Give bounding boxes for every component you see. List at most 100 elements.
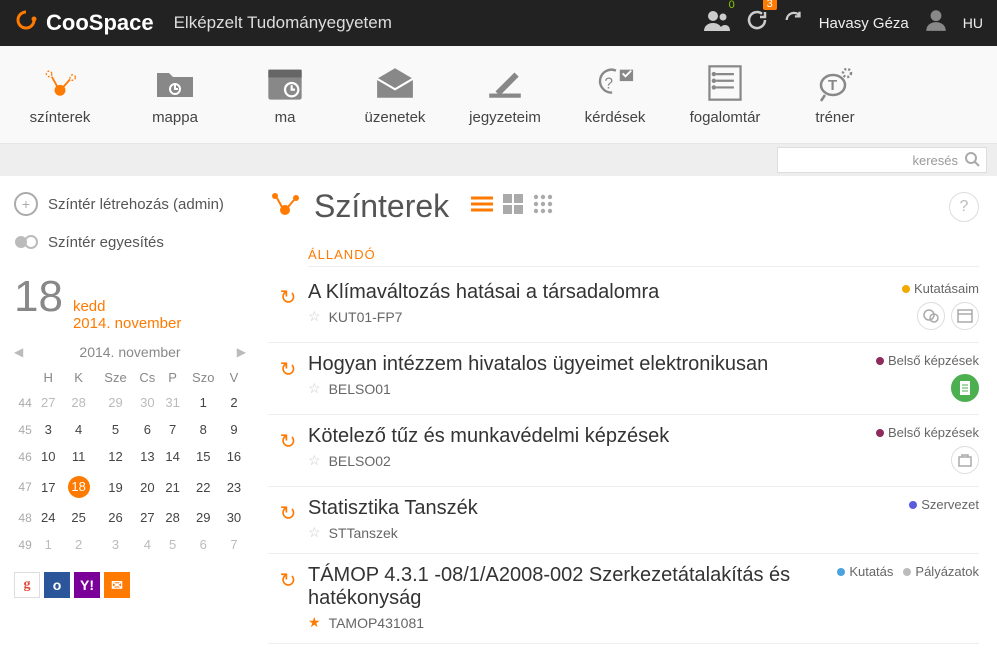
calendar-day[interactable]: 21: [161, 470, 185, 504]
nav-label: jegyzeteim: [469, 109, 541, 126]
nav-szinterek[interactable]: színterek: [0, 46, 120, 143]
nav-ma[interactable]: ma: [230, 46, 340, 143]
calendar-day[interactable]: 16: [222, 443, 246, 470]
avatar-icon[interactable]: [923, 7, 949, 39]
calendar-day[interactable]: 2: [60, 531, 97, 558]
list-item[interactable]: ↻ TÁMOP 4.3.1 -08/1/A2008-002 Szerkezetá…: [268, 554, 979, 644]
calendar-day[interactable]: 1: [185, 389, 222, 416]
username[interactable]: Havasy Géza: [819, 15, 909, 32]
nav-uzenetek[interactable]: üzenetek: [340, 46, 450, 143]
calendar-day[interactable]: 26: [97, 504, 134, 531]
chat-chip-icon[interactable]: [917, 302, 945, 330]
calendar-day[interactable]: 3: [36, 416, 60, 443]
calendar-day[interactable]: 31: [161, 389, 185, 416]
nav-mappa[interactable]: mappa: [120, 46, 230, 143]
calendar-day[interactable]: 25: [60, 504, 97, 531]
calendar-day[interactable]: 15: [185, 443, 222, 470]
nav-fogalomtar[interactable]: fogalomtár: [670, 46, 780, 143]
doc-chip-icon[interactable]: [951, 374, 979, 402]
star-icon[interactable]: ☆: [308, 452, 321, 469]
calendar-grid: HKSzeCsPSzoV 442728293031124534567894610…: [14, 366, 246, 558]
nav-trener[interactable]: T tréner: [780, 46, 890, 143]
calendar-day[interactable]: 20: [134, 470, 160, 504]
refresh-badge: 3: [763, 0, 777, 10]
calendar-day[interactable]: 27: [36, 389, 60, 416]
calendar-day[interactable]: 17: [36, 470, 60, 504]
google-icon[interactable]: g: [14, 572, 40, 598]
item-code: KUT01-FP7: [329, 309, 403, 325]
people-icon[interactable]: 0: [703, 9, 731, 37]
nav-kerdesek[interactable]: ? kérdések: [560, 46, 670, 143]
search-input[interactable]: keresés: [777, 147, 987, 173]
search-placeholder: keresés: [912, 153, 958, 168]
star-icon[interactable]: ★: [308, 614, 321, 631]
mail-icon[interactable]: ✉: [104, 572, 130, 598]
cal-prev[interactable]: ◀: [14, 345, 23, 359]
calendar-day[interactable]: 14: [161, 443, 185, 470]
calendar-day[interactable]: 30: [134, 389, 160, 416]
calendar-day[interactable]: 6: [134, 416, 160, 443]
star-icon[interactable]: ☆: [308, 308, 321, 325]
list-item[interactable]: ↻ Hogyan intézzem hivatalos ügyeimet ele…: [268, 343, 979, 415]
help-icon[interactable]: ?: [949, 192, 979, 222]
calendar-day[interactable]: 10: [36, 443, 60, 470]
sidebar-create[interactable]: + Színtér létrehozás (admin): [14, 192, 246, 216]
calendar-day[interactable]: 30: [222, 504, 246, 531]
calendar-day[interactable]: 7: [161, 416, 185, 443]
calendar-day[interactable]: 24: [36, 504, 60, 531]
calendar-day[interactable]: 22: [185, 470, 222, 504]
calendar-day[interactable]: 5: [161, 531, 185, 558]
list-item[interactable]: ↻ Kötelező tűz és munkavédelmi képzések …: [268, 415, 979, 487]
calendar-day[interactable]: 9: [222, 416, 246, 443]
calendar-day[interactable]: 27: [134, 504, 160, 531]
outlook-icon[interactable]: o: [44, 572, 70, 598]
calendar-day[interactable]: 5: [97, 416, 134, 443]
item-code: TAMOP431081: [329, 615, 424, 631]
card-chip-icon[interactable]: [951, 302, 979, 330]
star-icon[interactable]: ☆: [308, 380, 321, 397]
week-number: 47: [14, 470, 36, 504]
logo[interactable]: CooSpace: [14, 8, 154, 38]
calendar-day[interactable]: 11: [60, 443, 97, 470]
calendar-day[interactable]: 29: [185, 504, 222, 531]
refresh-icon: ↻: [280, 429, 297, 474]
scenes-icon: [268, 188, 302, 225]
calendar-day[interactable]: 8: [185, 416, 222, 443]
calendar-day[interactable]: 4: [60, 416, 97, 443]
item-title: TÁMOP 4.3.1 -08/1/A2008-002 Szerkezetáta…: [308, 564, 799, 610]
view-list-icon[interactable]: [471, 195, 493, 218]
week-number: 49: [14, 531, 36, 558]
questions-icon: ?: [595, 63, 635, 103]
calendar-day[interactable]: 23: [222, 470, 246, 504]
lang[interactable]: HU: [963, 15, 983, 31]
calendar-day[interactable]: 1: [36, 531, 60, 558]
calendar-day[interactable]: 13: [134, 443, 160, 470]
list-item[interactable]: ↻ Statisztika Tanszék ☆ STTanszek Szerve…: [268, 487, 979, 554]
calendar-day[interactable]: 19: [97, 470, 134, 504]
star-icon[interactable]: ☆: [308, 524, 321, 541]
list-item[interactable]: ↻ A Klímaváltozás hatásai a társadalomra…: [268, 271, 979, 343]
item-code: STTanszek: [329, 525, 398, 541]
calendar-day[interactable]: 4: [134, 531, 160, 558]
box-chip-icon[interactable]: [951, 446, 979, 474]
calendar-day[interactable]: 7: [222, 531, 246, 558]
calendar-day[interactable]: 28: [161, 504, 185, 531]
brand-text: CooSpace: [46, 10, 154, 36]
calendar-day[interactable]: 18: [60, 470, 97, 504]
calendar-day[interactable]: 28: [60, 389, 97, 416]
calendar-day[interactable]: 2: [222, 389, 246, 416]
view-grid-icon[interactable]: [533, 194, 553, 219]
calendar-day[interactable]: 29: [97, 389, 134, 416]
calendar-day[interactable]: 6: [185, 531, 222, 558]
svg-text:?: ?: [605, 76, 613, 93]
refresh-badge-icon[interactable]: 3: [745, 8, 769, 38]
sync-icon[interactable]: [783, 9, 805, 37]
main: Színterek ? ÁLLANDÓ ↻ A Klímaváltozás ha…: [260, 176, 997, 661]
yahoo-icon[interactable]: Y!: [74, 572, 100, 598]
sidebar-merge[interactable]: Színtér egyesítés: [14, 230, 246, 254]
calendar-day[interactable]: 3: [97, 531, 134, 558]
calendar-day[interactable]: 12: [97, 443, 134, 470]
nav-jegyzeteim[interactable]: jegyzeteim: [450, 46, 560, 143]
cal-next[interactable]: ▶: [237, 345, 246, 359]
view-tiles-icon[interactable]: [503, 194, 523, 219]
